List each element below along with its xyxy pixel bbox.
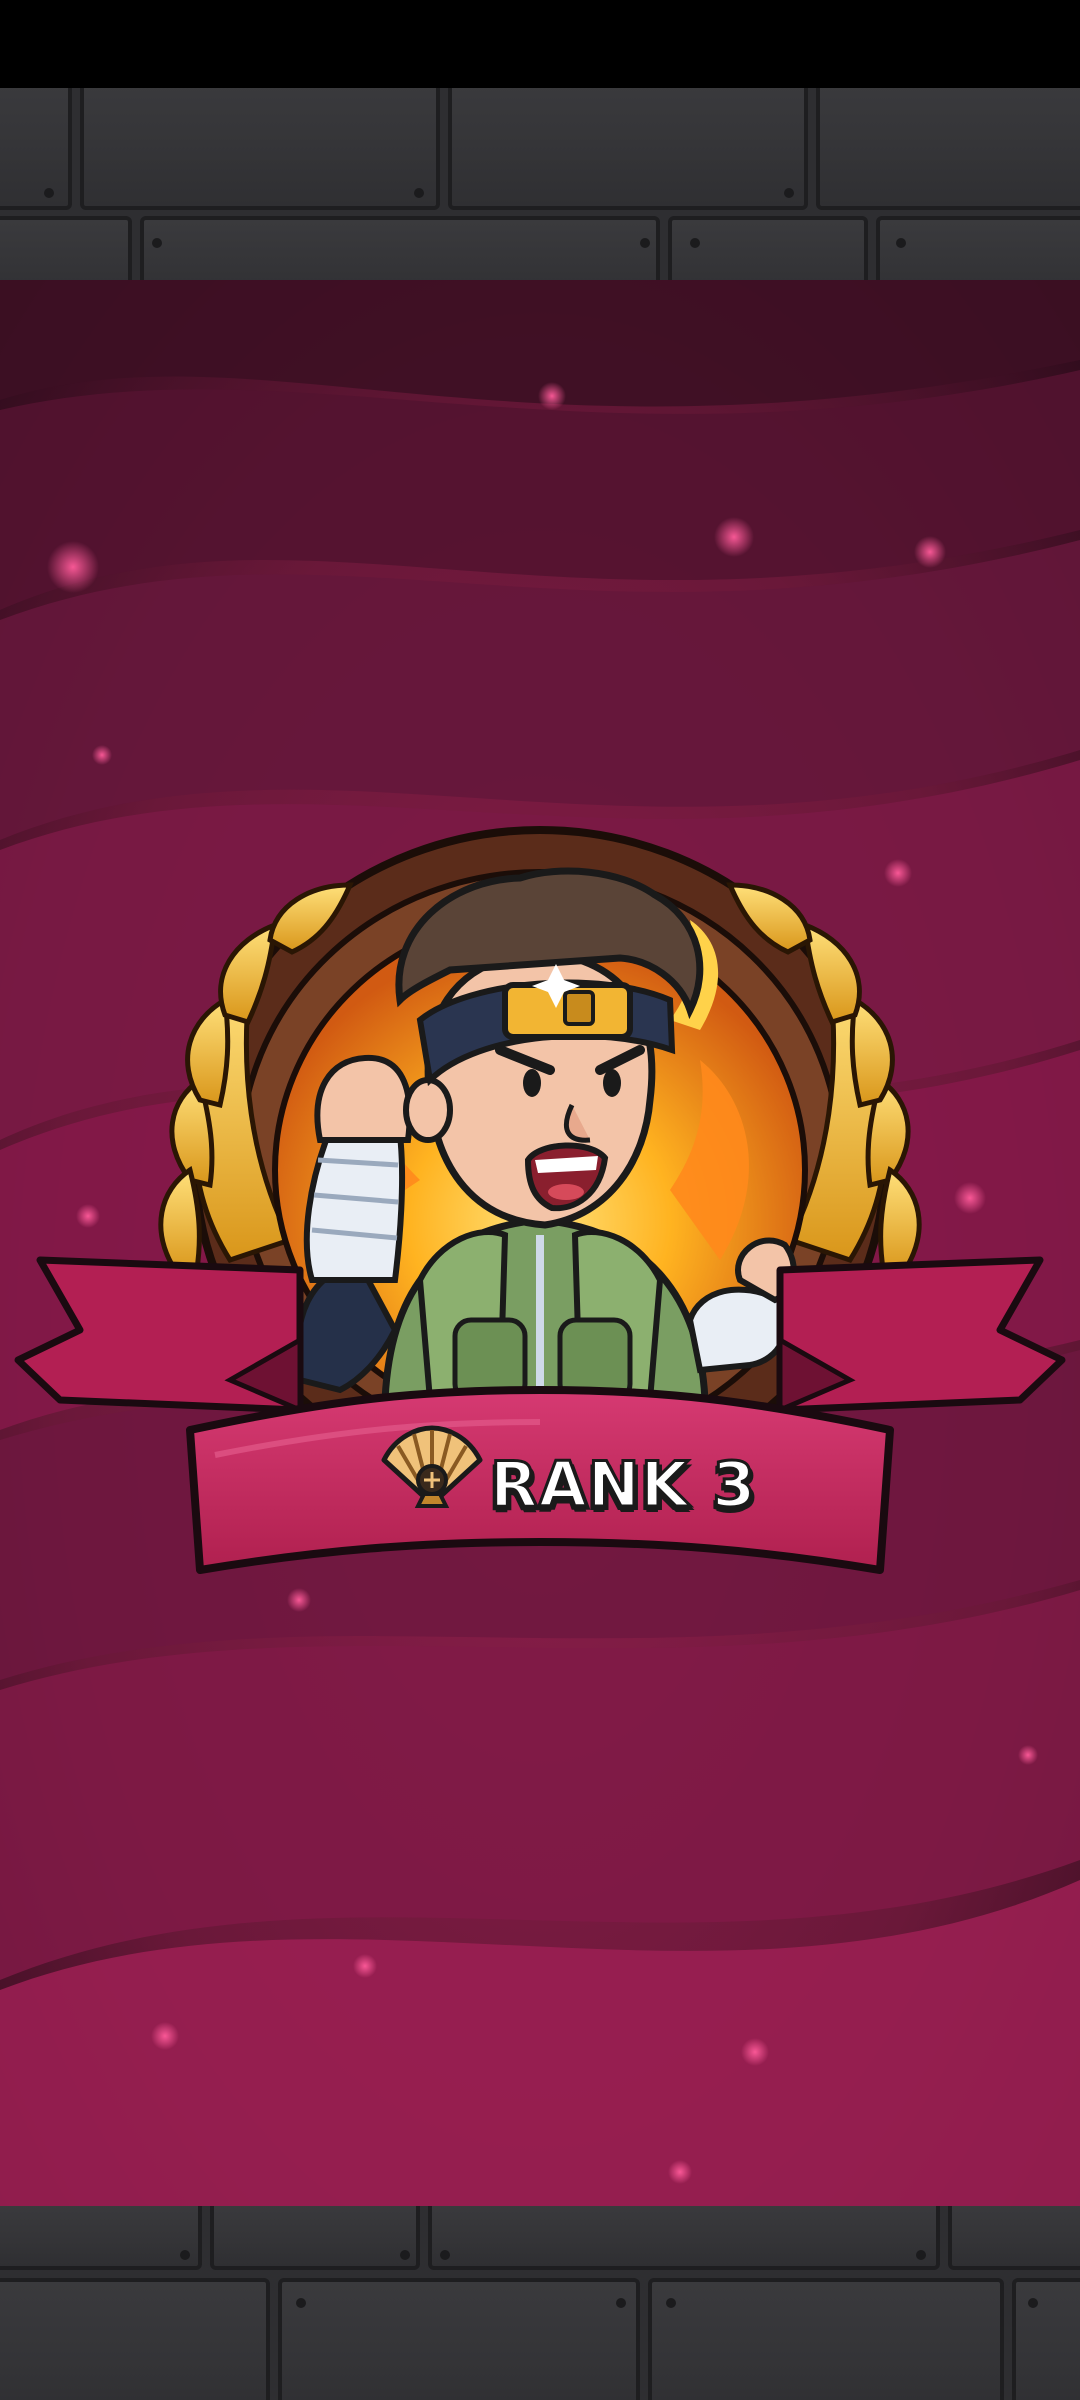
status-bar	[0, 0, 1080, 88]
folding-fan-icon	[381, 1425, 483, 1508]
rank-up-screen[interactable]: RANK 3	[0, 0, 1080, 2400]
stone-wall-top	[0, 88, 1080, 280]
stone-wall-bottom	[0, 2206, 1080, 2400]
rank-label: RANK 3	[489, 1447, 757, 1523]
background-scene	[0, 280, 1080, 2206]
